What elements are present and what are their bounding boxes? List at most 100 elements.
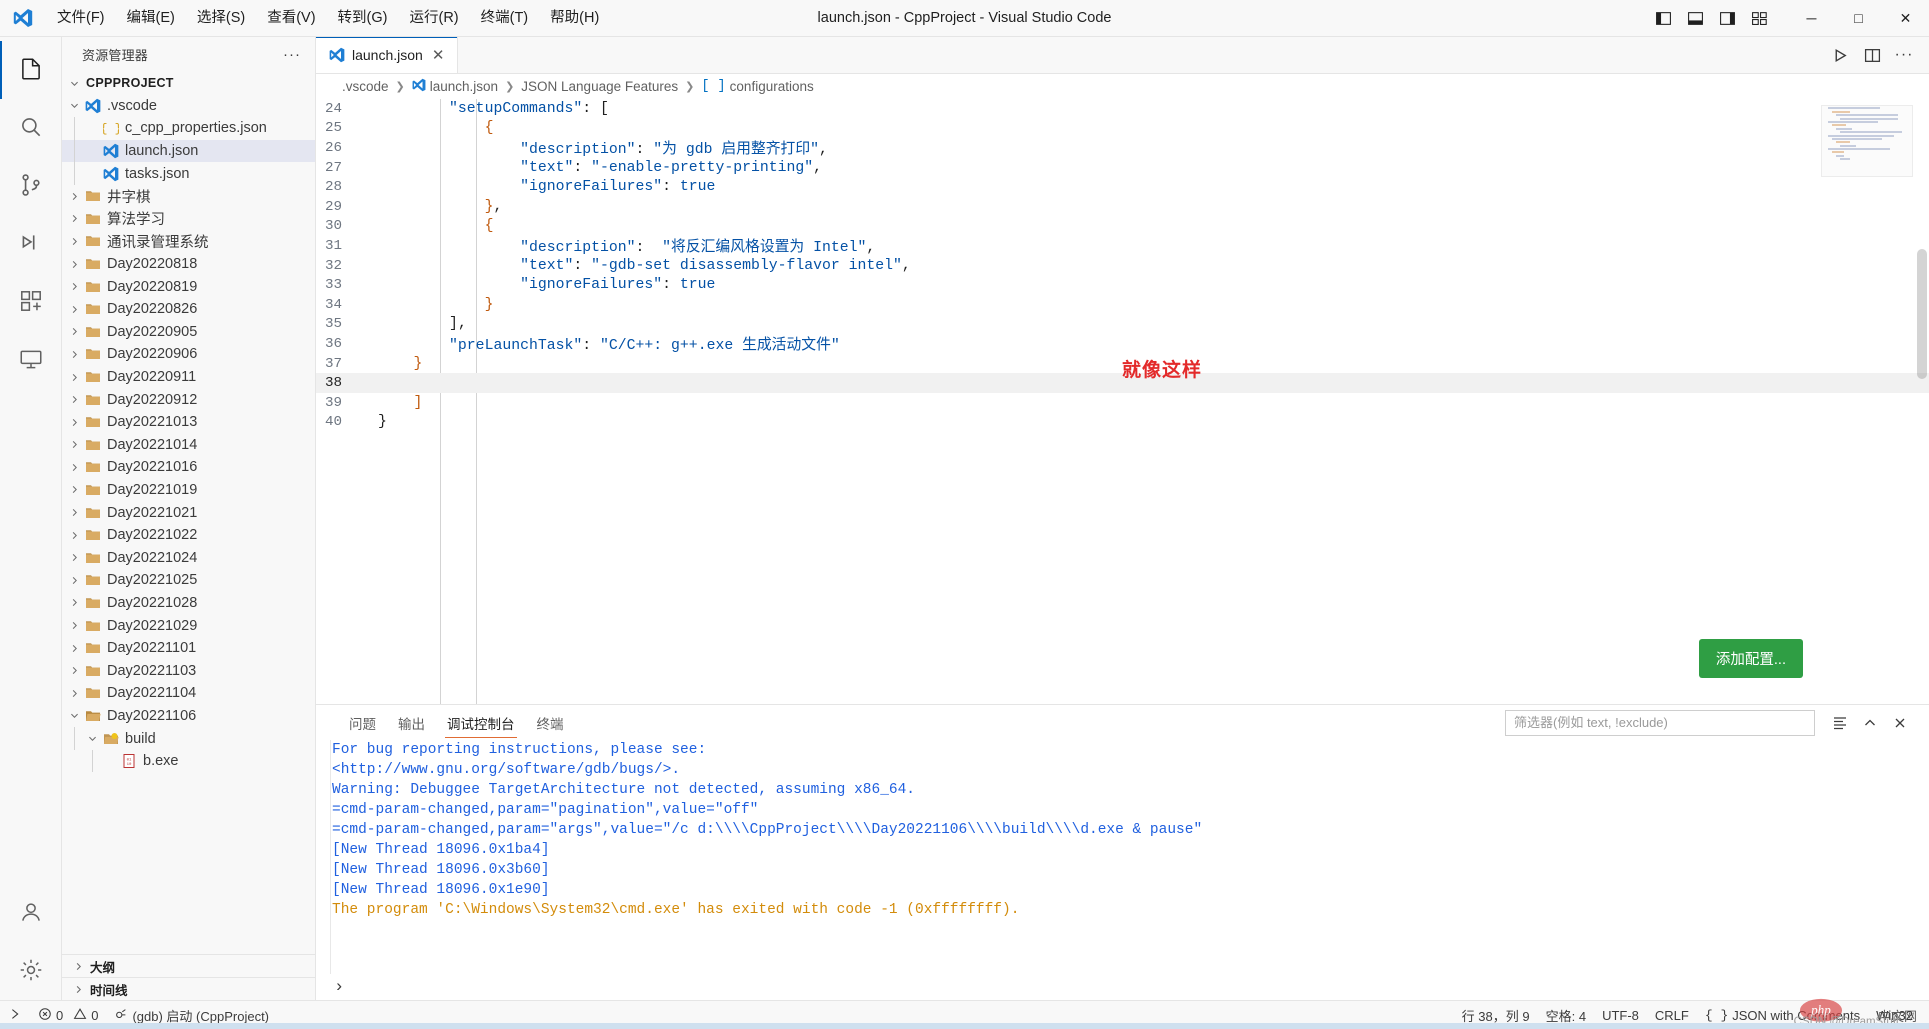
scrollbar-thumb[interactable] [1917, 249, 1927, 379]
chevron-right-icon[interactable] [66, 530, 82, 541]
chevron-right-icon[interactable] [66, 665, 82, 676]
activitybar-item-run-and-debug[interactable] [0, 215, 62, 273]
tree-item-day20221103[interactable]: Day20221103 [62, 659, 315, 682]
activitybar-item-extensions[interactable] [0, 273, 62, 331]
tree-item-day20221016[interactable]: Day20221016 [62, 456, 315, 479]
panel-tab-problems[interactable]: 问题 [338, 705, 387, 740]
code-line-32[interactable]: 32 "text": "-gdb-set disassembly-flavor … [316, 256, 1929, 276]
sidebar-section-timeline[interactable]: 时间线 [62, 977, 315, 1000]
tree-item-build[interactable]: build [62, 727, 315, 750]
maximize-button[interactable]: □ [1835, 0, 1882, 37]
tree-item--vscode[interactable]: .vscode [62, 95, 315, 118]
menu-item-2[interactable]: 选择(S) [186, 4, 256, 32]
chevron-right-icon[interactable] [66, 462, 82, 473]
tree-item-day20221022[interactable]: Day20221022 [62, 524, 315, 547]
chevron-right-icon[interactable] [66, 484, 82, 495]
tree-item-day20220826[interactable]: Day20220826 [62, 298, 315, 321]
tree-item-day20220911[interactable]: Day20220911 [62, 366, 315, 389]
tree-item-day20221013[interactable]: Day20221013 [62, 411, 315, 434]
clear-console-icon[interactable] [1827, 710, 1853, 736]
panel-tab-output[interactable]: 输出 [387, 705, 436, 740]
debug-console-output[interactable]: For bug reporting instructions, please s… [316, 740, 1929, 974]
tree-item-day20221106[interactable]: Day20221106 [62, 705, 315, 728]
chevron-right-icon[interactable] [66, 597, 82, 608]
chevron-down-icon[interactable] [66, 100, 82, 111]
chevron-right-icon[interactable] [66, 259, 82, 270]
chevron-right-icon[interactable] [66, 417, 82, 428]
chevron-right-icon[interactable] [66, 620, 82, 631]
chevron-right-icon[interactable] [66, 213, 82, 224]
tree-item-day20221104[interactable]: Day20221104 [62, 682, 315, 705]
code-line-35[interactable]: 35 ], [316, 315, 1929, 335]
code-line-26[interactable]: 26 "description": "为 gdb 启用整齐打印", [316, 138, 1929, 158]
activitybar-item-remote-explorer[interactable] [0, 331, 62, 389]
tree-item-day20221021[interactable]: Day20221021 [62, 501, 315, 524]
console-filter-box[interactable] [1505, 710, 1815, 736]
sidebar-section-outline[interactable]: 大纲 [62, 954, 315, 977]
code-line-24[interactable]: 24 "setupCommands": [ [316, 99, 1929, 119]
code-editor[interactable]: 24 "setupCommands": [25 {26 "description… [316, 99, 1929, 704]
menu-item-5[interactable]: 运行(R) [398, 4, 469, 32]
more-actions-icon[interactable]: ··· [1889, 40, 1919, 70]
tree-item-day20221024[interactable]: Day20221024 [62, 546, 315, 569]
code-line-27[interactable]: 27 "text": "-enable-pretty-printing", [316, 158, 1929, 178]
breadcrumb-item-launch-json[interactable]: launch.json [410, 78, 500, 95]
code-line-34[interactable]: 34 } [316, 295, 1929, 315]
chevron-down-icon[interactable] [84, 733, 100, 744]
activitybar-item-manage[interactable] [0, 942, 62, 1000]
chevron-right-icon[interactable] [66, 552, 82, 563]
panel-tab-terminal[interactable]: 终端 [526, 705, 575, 740]
editor-scrollbar[interactable] [1915, 99, 1929, 704]
chevron-right-icon[interactable] [66, 394, 82, 405]
run-or-debug-icon[interactable] [1825, 40, 1855, 70]
tree-item-day20221019[interactable]: Day20221019 [62, 479, 315, 502]
menu-item-4[interactable]: 转到(G) [327, 4, 399, 32]
activitybar-item-source-control[interactable] [0, 157, 62, 215]
tree-item-launch-json[interactable]: launch.json [62, 140, 315, 163]
tab-close-icon[interactable]: ✕ [430, 48, 447, 63]
collapse-panel-icon[interactable] [1857, 710, 1883, 736]
panel-tab-debug-console[interactable]: 调试控制台 [436, 705, 526, 740]
minimize-button[interactable]: ─ [1788, 0, 1835, 37]
chevron-right-icon[interactable] [66, 349, 82, 360]
code-line-39[interactable]: 39 ] [316, 393, 1929, 413]
tree-item-day20220819[interactable]: Day20220819 [62, 275, 315, 298]
breadcrumb-item-configurations[interactable]: [ ] configurations [699, 79, 815, 94]
chevron-right-icon[interactable] [66, 688, 82, 699]
chevron-right-icon[interactable] [66, 281, 82, 292]
console-filter-input[interactable] [1514, 715, 1806, 730]
activitybar-item-accounts[interactable] [0, 884, 62, 942]
minimap[interactable] [1821, 105, 1913, 177]
customize-layout-icon[interactable] [1744, 4, 1774, 32]
split-editor-icon[interactable] [1857, 40, 1887, 70]
activitybar-item-search[interactable] [0, 99, 62, 157]
add-configuration-button[interactable]: 添加配置... [1699, 639, 1803, 678]
breadcrumb-item-json-language-features[interactable]: JSON Language Features [519, 79, 680, 94]
tree-item-day20220912[interactable]: Day20220912 [62, 388, 315, 411]
tree-item-day20220818[interactable]: Day20220818 [62, 253, 315, 276]
chevron-right-icon[interactable] [66, 643, 82, 654]
tree-item-day20221029[interactable]: Day20221029 [62, 614, 315, 637]
tree-item-day20220906[interactable]: Day20220906 [62, 343, 315, 366]
tree-item--[interactable]: 通讯录管理系统 [62, 230, 315, 253]
chevron-right-icon[interactable] [66, 236, 82, 247]
menu-item-7[interactable]: 帮助(H) [539, 4, 610, 32]
menu-item-1[interactable]: 编辑(E) [116, 4, 186, 32]
tree-item-day20220905[interactable]: Day20220905 [62, 321, 315, 344]
tree-item-tasks-json[interactable]: tasks.json [62, 162, 315, 185]
chevron-right-icon[interactable] [66, 507, 82, 518]
code-line-36[interactable]: 36 "preLaunchTask": "C/C++: g++.exe 生成活动… [316, 334, 1929, 354]
close-button[interactable]: ✕ [1882, 0, 1929, 37]
tree-item-day20221014[interactable]: Day20221014 [62, 434, 315, 457]
chevron-right-icon[interactable] [66, 372, 82, 383]
chevron-right-icon[interactable] [66, 326, 82, 337]
activitybar-item-explorer[interactable] [0, 41, 62, 99]
chevron-right-icon[interactable] [66, 304, 82, 315]
tree-item--[interactable]: 井字棋 [62, 185, 315, 208]
menu-item-6[interactable]: 终端(T) [470, 4, 540, 32]
code-line-25[interactable]: 25 { [316, 119, 1929, 139]
toggle-secondary-sidebar-icon[interactable] [1712, 4, 1742, 32]
sidebar-more-actions-icon[interactable]: ··· [277, 46, 307, 63]
toggle-primary-sidebar-icon[interactable] [1648, 4, 1678, 32]
tree-item-day20221101[interactable]: Day20221101 [62, 637, 315, 660]
